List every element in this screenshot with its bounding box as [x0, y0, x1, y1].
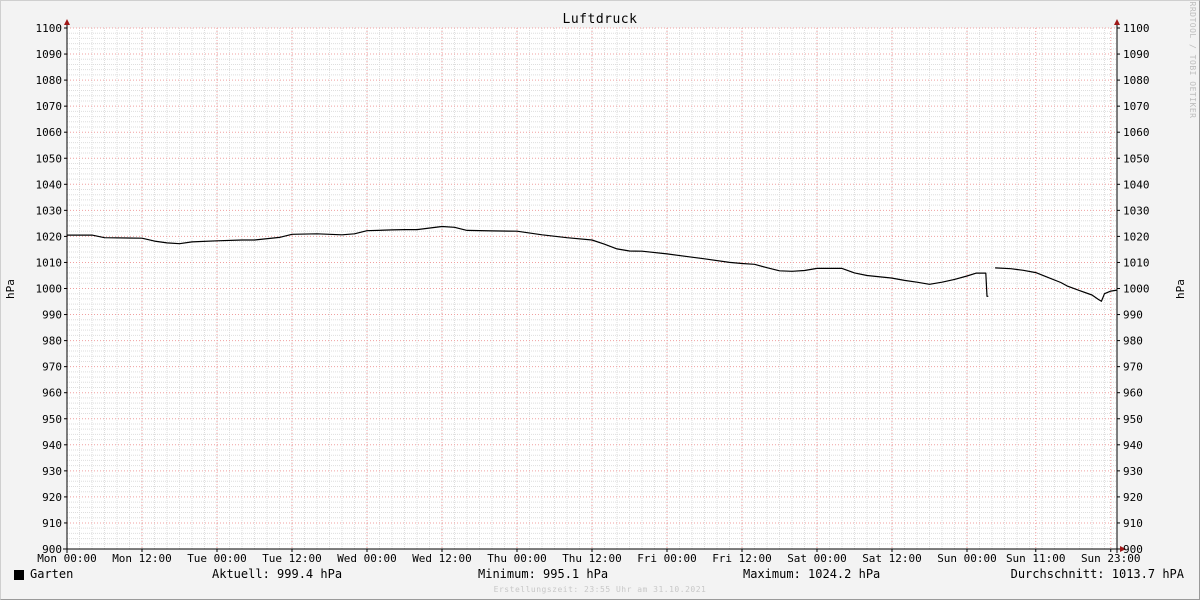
x-tick-label: Fri 12:00 — [712, 552, 772, 565]
y-tick-label: 1050 — [36, 152, 63, 165]
y-tick-label: 1070 — [1123, 100, 1150, 113]
y-tick-label: 980 — [1123, 335, 1143, 348]
watermark: RRDTOOL / TOBI OETIKER — [1188, 2, 1197, 119]
legend-minimum: Minimum: 995.1 hPa — [478, 567, 609, 581]
chart-title: Luftdruck — [563, 12, 638, 27]
y-tick-label: 1020 — [36, 230, 63, 243]
y-tick-label: 930 — [1123, 465, 1143, 478]
x-tick-label: Sat 12:00 — [862, 552, 922, 565]
y-tick-label: 1100 — [36, 22, 63, 35]
y-tick-label: 950 — [42, 413, 62, 426]
legend: Garten Aktuell: 999.4 hPa Minimum: 995.1… — [14, 567, 1186, 583]
y-axis-label-right: hPa — [1174, 279, 1187, 299]
y-tick-labels-left: 9009109209309409509609709809901000101010… — [36, 22, 63, 556]
y-axis-arrow-left — [64, 19, 70, 25]
y-tick-label: 910 — [1123, 517, 1143, 530]
y-tick-label: 1000 — [1123, 283, 1150, 296]
x-tick-label: Mon 00:00 — [37, 552, 97, 565]
y-tick-label: 1000 — [36, 283, 63, 296]
y-tick-label: 920 — [42, 491, 62, 504]
y-tick-label: 1020 — [1123, 230, 1150, 243]
legend-series-name: Garten — [30, 567, 74, 581]
y-tick-label: 1090 — [1123, 48, 1150, 61]
pressure-chart: 9009109209309409509609709809901000101010… — [4, 2, 1197, 565]
y-tick-label: 960 — [42, 387, 62, 400]
x-tick-label: Thu 00:00 — [487, 552, 547, 565]
y-tick-label: 1100 — [1123, 22, 1150, 35]
y-tick-label: 1090 — [36, 48, 63, 61]
y-tick-label: 1040 — [1123, 178, 1150, 191]
x-tick-label: Fri 00:00 — [637, 552, 697, 565]
creation-timestamp: Erstellungszeit: 23:55 Uhr am 31.10.2021 — [493, 585, 707, 594]
x-tick-labels: Mon 00:00 Mon 12:00 Tue 00:00 Tue 12:00 Wed … — [37, 552, 1140, 565]
x-tick-label: Mon 12:00 — [112, 552, 172, 565]
y-tick-label: 940 — [1123, 439, 1143, 452]
y-tick-label: 940 — [42, 439, 62, 452]
x-tick-label: Thu 12:00 — [562, 552, 622, 565]
y-tick-label: 990 — [1123, 309, 1143, 322]
y-tick-label: 1070 — [36, 100, 63, 113]
y-tick-label: 980 — [42, 335, 62, 348]
y-axis-label-left: hPa — [4, 279, 17, 299]
y-tick-label: 1060 — [36, 126, 63, 139]
y-tick-label: 910 — [42, 517, 62, 530]
y-tick-label: 1030 — [1123, 204, 1150, 217]
x-tick-label: Tue 00:00 — [187, 552, 247, 565]
x-tick-label: Sat 00:00 — [787, 552, 847, 565]
y-tick-label: 990 — [42, 309, 62, 322]
y-tick-label: 920 — [1123, 491, 1143, 504]
legend-swatch-garten — [14, 570, 24, 580]
y-tick-label: 960 — [1123, 387, 1143, 400]
y-tick-label: 1040 — [36, 178, 63, 191]
y-tick-label: 1010 — [1123, 256, 1150, 269]
y-tick-label: 1050 — [1123, 152, 1150, 165]
y-tick-label: 1030 — [36, 204, 63, 217]
x-tick-label: Wed 12:00 — [412, 552, 472, 565]
y-tick-label: 970 — [42, 361, 62, 374]
y-tick-label: 1080 — [1123, 74, 1150, 87]
y-tick-labels-right: 9009109209309409509609709809901000101010… — [1123, 22, 1150, 556]
x-tick-label: Sun 00:00 — [937, 552, 997, 565]
legend-average: Durchschnitt: 1013.7 hPA — [1010, 567, 1184, 581]
y-axis-arrow-right — [1114, 19, 1120, 25]
y-tick-label: 1010 — [36, 256, 63, 269]
y-tick-label: 1060 — [1123, 126, 1150, 139]
y-tick-label: 950 — [1123, 413, 1143, 426]
x-tick-label: Sun 23:00 — [1081, 552, 1141, 565]
y-tick-label: 1080 — [36, 74, 63, 87]
y-tick-label: 970 — [1123, 361, 1143, 374]
legend-maximum: Maximum: 1024.2 hPa — [743, 567, 881, 581]
legend-current: Aktuell: 999.4 hPa — [212, 567, 343, 581]
x-tick-label: Wed 00:00 — [337, 552, 397, 565]
x-tick-label: Sun 11:00 — [1006, 552, 1066, 565]
y-tick-label: 930 — [42, 465, 62, 478]
x-tick-label: Tue 12:00 — [262, 552, 322, 565]
